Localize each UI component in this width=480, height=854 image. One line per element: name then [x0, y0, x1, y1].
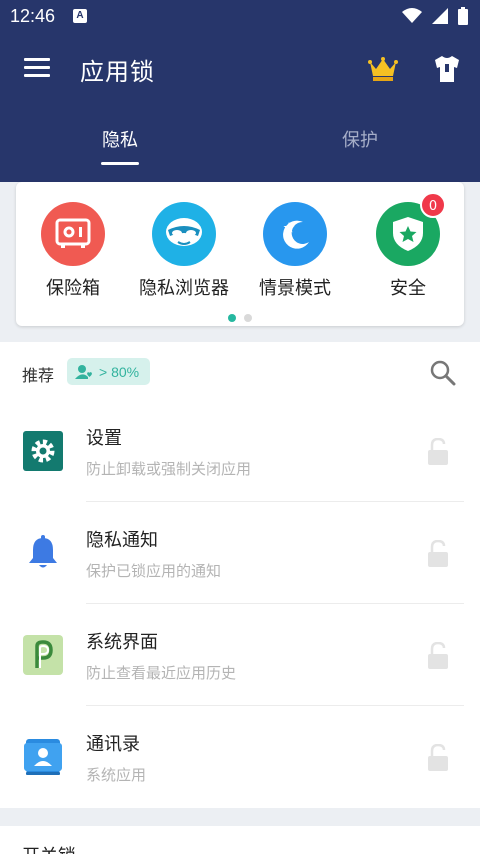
moon-star-icon — [263, 202, 327, 266]
feature-label: 情景模式 — [259, 278, 331, 299]
status-bar: 12:46 A — [0, 0, 480, 34]
tab-privacy[interactable]: 隐私 — [102, 126, 138, 152]
bell-icon — [22, 532, 64, 574]
app-desc: 保护已锁应用的通知 — [86, 562, 222, 580]
feature-label: 安全 — [390, 278, 426, 299]
feature-private-browser[interactable]: 隐私浏览器 — [129, 202, 239, 300]
tab-indicator — [101, 162, 139, 165]
shield-star-icon: 0 — [376, 192, 446, 266]
app-desc: 系统应用 — [86, 766, 147, 784]
app-desc: 防止卸载或强制关闭应用 — [86, 460, 252, 478]
app-title: 应用锁 — [80, 58, 155, 86]
battery-icon — [458, 7, 468, 25]
recommended-panel: 推荐 > 80% 设置 防止卸载或强制关闭应用 隐私通知 保护已锁应用的通知 系… — [0, 342, 480, 808]
status-time: 12:46 — [10, 6, 56, 26]
unlock-icon[interactable] — [427, 540, 449, 568]
carousel-dot — [244, 314, 252, 322]
app-name: 设置 — [86, 428, 122, 449]
recommend-label: 推荐 — [22, 366, 55, 385]
unlock-icon[interactable] — [427, 438, 449, 466]
app-row-settings[interactable]: 设置 防止卸载或强制关闭应用 — [0, 400, 480, 502]
menu-icon[interactable] — [24, 58, 50, 80]
app-name: 通讯录 — [86, 734, 140, 755]
wifi-icon — [402, 8, 422, 23]
app-header: 应用锁 隐私 保护 — [0, 34, 480, 182]
feature-card: 保险箱 隐私浏览器 情景模式 0 安全 — [16, 182, 464, 326]
search-icon[interactable] — [430, 360, 456, 386]
unlock-icon[interactable] — [427, 642, 449, 670]
feature-safe[interactable]: 保险箱 — [18, 202, 128, 300]
app-row-contacts[interactable]: 通讯录 系统应用 — [0, 706, 480, 808]
recommend-chip: > 80% — [67, 358, 150, 385]
carousel-indicator — [16, 307, 464, 326]
app-row-notifications[interactable]: 隐私通知 保护已锁应用的通知 — [0, 502, 480, 604]
unlock-icon[interactable] — [427, 744, 449, 772]
signal-icon — [432, 8, 448, 24]
feature-scene-mode[interactable]: 情景模式 — [240, 202, 350, 300]
contacts-icon — [22, 736, 64, 778]
notification-a-icon: A — [73, 9, 87, 23]
feature-security[interactable]: 0 安全 — [353, 192, 463, 300]
tab-protect[interactable]: 保护 — [342, 126, 378, 152]
app-name: 隐私通知 — [86, 530, 158, 551]
section-label: 开关锁 — [22, 842, 76, 854]
theme-shirt-icon[interactable] — [433, 54, 461, 84]
feature-label: 隐私浏览器 — [139, 278, 229, 299]
app-name: 系统界面 — [86, 632, 158, 653]
mask-icon — [152, 202, 216, 266]
recommend-chip-text: > 80% — [99, 363, 140, 380]
app-desc: 防止查看最近应用历史 — [86, 664, 237, 682]
user-heart-icon — [75, 364, 92, 379]
feature-label: 保险箱 — [46, 278, 100, 299]
crown-icon[interactable] — [368, 56, 398, 82]
android-p-icon — [22, 634, 64, 676]
carousel-dot-active — [228, 314, 236, 322]
safe-icon — [41, 202, 105, 266]
security-badge: 0 — [420, 192, 446, 218]
settings-gear-icon — [22, 430, 64, 472]
toggle-lock-section: 开关锁 — [0, 826, 480, 854]
app-row-system-ui[interactable]: 系统界面 防止查看最近应用历史 — [0, 604, 480, 706]
